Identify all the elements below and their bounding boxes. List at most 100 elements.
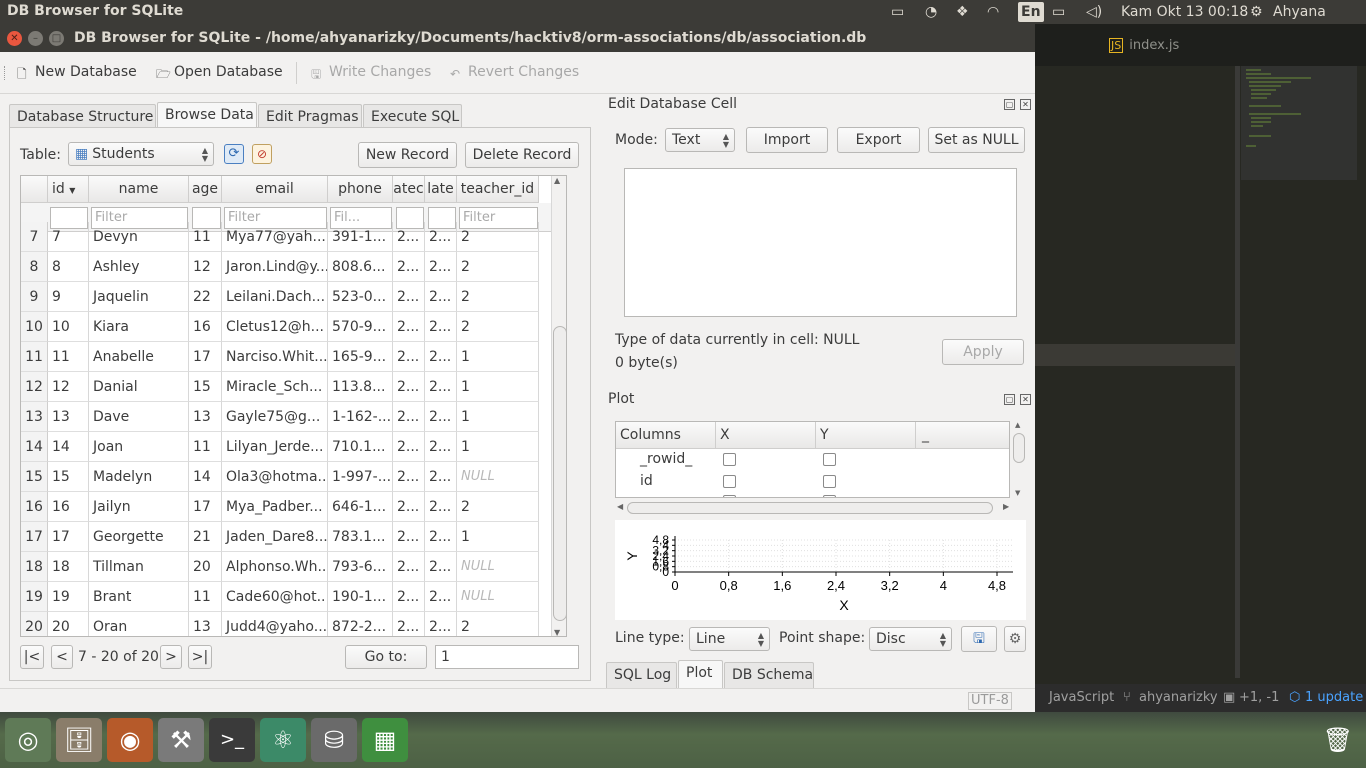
cell-email[interactable]: Judd4@yaho... — [222, 612, 328, 636]
row-header[interactable]: 11 — [21, 342, 48, 372]
cell-created-at[interactable]: 2... — [393, 582, 425, 612]
cell-name[interactable]: Tillman — [89, 552, 189, 582]
close-icon[interactable]: ✕ — [1020, 394, 1031, 405]
settings-launcher[interactable]: ⚒ — [158, 718, 204, 762]
cell-name[interactable]: Anabelle — [89, 342, 189, 372]
plot-header-columns[interactable]: Columns — [616, 422, 716, 449]
files-launcher[interactable]: 🗄 — [56, 718, 102, 762]
minimize-window-button[interactable]: – — [28, 31, 43, 46]
scroll-left-icon[interactable]: ◀ — [617, 502, 623, 511]
cell-id[interactable]: 11 — [48, 342, 89, 372]
x-checkbox-rowid[interactable] — [723, 453, 736, 466]
tab-browse-data[interactable]: Browse Data — [157, 102, 257, 130]
cell-phone[interactable]: 793-6... — [328, 552, 393, 582]
cell-phone[interactable]: 710.1... — [328, 432, 393, 462]
cell-age[interactable]: 21 — [189, 522, 222, 552]
cell-created-at[interactable]: 2... — [393, 402, 425, 432]
cell-age[interactable]: 11 — [189, 432, 222, 462]
cell-teacher-id[interactable]: NULL — [457, 462, 539, 492]
cell-phone[interactable]: 570-9... — [328, 312, 393, 342]
cell-id[interactable]: 18 — [48, 552, 89, 582]
cell-phone[interactable]: 1-162-... — [328, 402, 393, 432]
cell-id[interactable]: 13 — [48, 402, 89, 432]
cell-age[interactable]: 15 — [189, 372, 222, 402]
cell-email[interactable]: Jaden_Dare8... — [222, 522, 328, 552]
export-button[interactable]: Export — [837, 127, 920, 153]
row-header[interactable]: 7 — [21, 222, 48, 252]
cell-created-at[interactable]: 2... — [393, 342, 425, 372]
editor-tab-index-js[interactable]: JS index.js — [1109, 38, 1179, 53]
cell-phone[interactable]: 165-9... — [328, 342, 393, 372]
cell-name[interactable]: Dave — [89, 402, 189, 432]
cell-teacher-id[interactable]: NULL — [457, 582, 539, 612]
apply-button[interactable]: Apply — [942, 339, 1024, 365]
cell-email[interactable]: Alphonso.Wh... — [222, 552, 328, 582]
revert-changes-button[interactable]: ↶ Revert Changes — [450, 64, 579, 81]
save-plot-icon[interactable]: 🖫 — [961, 626, 997, 652]
go-to-button[interactable]: Go to: — [345, 645, 427, 669]
cell-phone[interactable]: 808.6... — [328, 252, 393, 282]
gear-icon[interactable]: ⚙ — [1250, 2, 1263, 22]
plot-header-y[interactable]: Y — [816, 422, 916, 449]
y-checkbox-id[interactable] — [823, 475, 836, 488]
cell-name[interactable]: Oran — [89, 612, 189, 636]
tab-plot[interactable]: Plot — [678, 660, 723, 688]
row-header[interactable]: 17 — [21, 522, 48, 552]
language-mode[interactable]: JavaScript — [1049, 690, 1114, 705]
cell-updated-at[interactable]: 2... — [425, 252, 457, 282]
delete-record-button[interactable]: Delete Record — [465, 142, 579, 168]
plot-table-scroll-thumb[interactable] — [1013, 433, 1025, 463]
cell-age[interactable]: 16 — [189, 312, 222, 342]
row-header[interactable]: 12 — [21, 372, 48, 402]
cell-email[interactable]: Miracle_Sch... — [222, 372, 328, 402]
atom-launcher[interactable]: ⚛ — [260, 718, 306, 762]
cell-teacher-id[interactable]: 2 — [457, 312, 539, 342]
cell-created-at[interactable]: 2... — [393, 492, 425, 522]
dropbox-icon[interactable]: ❖ — [956, 2, 969, 22]
cell-id[interactable]: 14 — [48, 432, 89, 462]
terminal-launcher[interactable]: >_ — [209, 718, 255, 762]
cell-name[interactable]: Jailyn — [89, 492, 189, 522]
cell-updated-at[interactable]: 2... — [425, 552, 457, 582]
cell-teacher-id[interactable]: 1 — [457, 342, 539, 372]
line-type-selector[interactable]: Line ▲ ▼ — [689, 627, 770, 651]
cell-name[interactable]: Danial — [89, 372, 189, 402]
plot-table-scrollbar[interactable]: ▲ ▼ — [1012, 421, 1026, 498]
cell-updated-at[interactable]: 2... — [425, 312, 457, 342]
cell-age[interactable]: 14 — [189, 462, 222, 492]
cell-id[interactable]: 10 — [48, 312, 89, 342]
row-header[interactable]: 13 — [21, 402, 48, 432]
tab-sql-log[interactable]: SQL Log — [606, 662, 677, 688]
volume-icon[interactable]: ◁) — [1086, 2, 1102, 22]
plot-columns-table[interactable]: Columns X Y _ _rowid_ id — [615, 421, 1010, 498]
sync-icon[interactable]: ◔ — [925, 2, 937, 22]
cell-email[interactable]: Mya_Padber... — [222, 492, 328, 522]
trash-launcher[interactable]: 🗑 — [1315, 718, 1361, 762]
tab-db-schema[interactable]: DB Schema — [724, 662, 814, 688]
table-selector[interactable]: ▦ Students ▲ ▼ — [68, 142, 214, 166]
cell-name[interactable]: Joan — [89, 432, 189, 462]
wifi-icon[interactable]: ◠ — [987, 2, 999, 22]
cell-teacher-id[interactable]: 2 — [457, 252, 539, 282]
cell-phone[interactable]: 391-1... — [328, 222, 393, 252]
scroll-up-icon[interactable]: ▲ — [1015, 421, 1020, 429]
cell-age[interactable]: 11 — [189, 222, 222, 252]
git-diff-count[interactable]: +1, -1 — [1239, 690, 1279, 705]
cell-age[interactable]: 12 — [189, 252, 222, 282]
row-header[interactable]: 15 — [21, 462, 48, 492]
cell-id[interactable]: 20 — [48, 612, 89, 636]
scroll-down-icon[interactable]: ▼ — [1015, 489, 1020, 497]
import-button[interactable]: Import — [746, 127, 828, 153]
cell-id[interactable]: 12 — [48, 372, 89, 402]
cell-phone[interactable]: 113.8... — [328, 372, 393, 402]
cell-created-at[interactable]: 2... — [393, 462, 425, 492]
cell-id[interactable]: 17 — [48, 522, 89, 552]
battery-icon[interactable]: ▭ — [1052, 2, 1065, 22]
row-header[interactable]: 16 — [21, 492, 48, 522]
undock-icon[interactable]: ▢ — [1004, 394, 1015, 405]
cell-created-at[interactable]: 2... — [393, 612, 425, 636]
write-changes-button[interactable]: 🖫 Write Changes — [311, 64, 431, 81]
cell-phone[interactable]: 190-1... — [328, 582, 393, 612]
cell-teacher-id[interactable]: 2 — [457, 492, 539, 522]
cell-created-at[interactable]: 2... — [393, 522, 425, 552]
